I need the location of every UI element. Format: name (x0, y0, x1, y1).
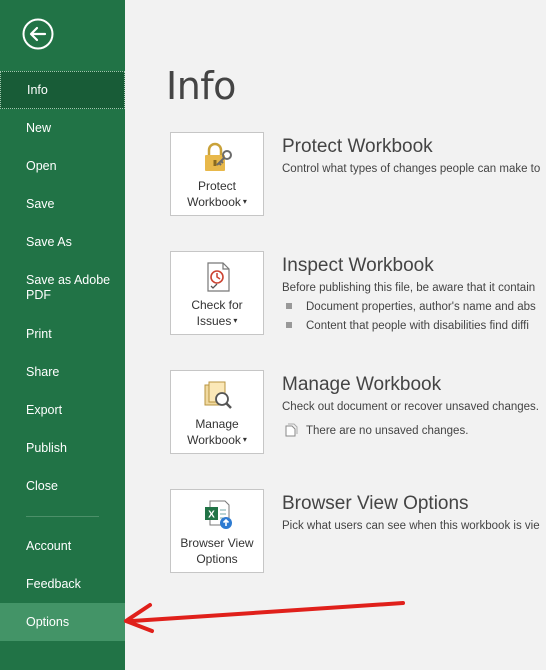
manage-workbook-desc: Check out document or recover unsaved ch… (282, 401, 539, 413)
check-line1: Check for (191, 298, 243, 312)
nav-close[interactable]: Close (0, 479, 125, 494)
unsaved-changes-note: There are no unsaved changes. (284, 423, 468, 437)
dropdown-caret-icon: ▾ (233, 316, 238, 325)
nav-share[interactable]: Share (0, 365, 125, 380)
nav-options[interactable]: Options (0, 603, 125, 641)
inspect-bullet: Content that people with disabilities fi… (286, 320, 529, 332)
check-for-issues-button[interactable]: Check for Issues ▾ (170, 251, 264, 335)
bullet-square-icon (286, 322, 292, 328)
dropdown-caret-icon: ▾ (242, 197, 247, 206)
browser-line1: Browser View (180, 536, 254, 550)
nav-save-as[interactable]: Save As (0, 235, 125, 250)
inspect-workbook-title: Inspect Workbook (282, 255, 434, 276)
backstage-sidebar: Info New Open Save Save As Save as Adobe… (0, 0, 125, 670)
manage-workbook-title: Manage Workbook (282, 374, 442, 395)
manage-workbook-button[interactable]: Manage Workbook ▾ (170, 370, 264, 454)
manage-line1: Manage (195, 417, 239, 431)
document-icon (285, 423, 298, 437)
nav-open[interactable]: Open (0, 159, 125, 174)
protect-workbook-title: Protect Workbook (282, 136, 433, 157)
lock-key-icon (205, 142, 232, 171)
info-panel: Info Protect Workbook ▾ Protect Workbook C… (125, 0, 546, 670)
inspect-document-icon (207, 262, 230, 292)
nav-info[interactable]: Info (0, 71, 125, 109)
protect-line2: Workbook (187, 195, 241, 209)
protect-line1: Protect (197, 179, 236, 193)
inspect-workbook-desc: Before publishing this file, be aware th… (282, 282, 536, 294)
protect-workbook-desc: Control what types of changes people can… (282, 163, 541, 175)
dropdown-caret-icon: ▾ (242, 435, 247, 444)
nav-publish[interactable]: Publish (0, 441, 125, 456)
protect-workbook-button[interactable]: Protect Workbook ▾ (170, 132, 264, 216)
inspect-bullet: Document properties, author's name and a… (286, 301, 536, 313)
nav-new[interactable]: New (0, 121, 125, 136)
excel-browser-view-icon: X (205, 500, 232, 529)
nav-export[interactable]: Export (0, 403, 125, 418)
nav-save-as-adobe-pdf[interactable]: Save as Adobe PDF (0, 273, 125, 303)
nav-account[interactable]: Account (0, 539, 125, 554)
browser-view-options-button[interactable]: X Browser View Options (170, 489, 264, 573)
svg-text:X: X (208, 510, 215, 521)
red-arrow-annotation (124, 601, 405, 633)
check-line2: Issues (196, 314, 232, 328)
nav-print[interactable]: Print (0, 327, 125, 342)
bullet-square-icon (286, 303, 292, 309)
nav-save[interactable]: Save (0, 197, 125, 212)
manage-workbook-icon (204, 381, 232, 409)
nav-feedback[interactable]: Feedback (0, 577, 125, 592)
browser-view-options-desc: Pick what users can see when this workbo… (282, 520, 540, 532)
browser-view-options-title: Browser View Options (282, 493, 469, 514)
manage-line2: Workbook (187, 433, 241, 447)
browser-line2: Options (196, 552, 238, 566)
page-title: Info (166, 64, 236, 108)
back-arrow-icon[interactable] (22, 18, 54, 50)
nav-divider (26, 516, 99, 517)
